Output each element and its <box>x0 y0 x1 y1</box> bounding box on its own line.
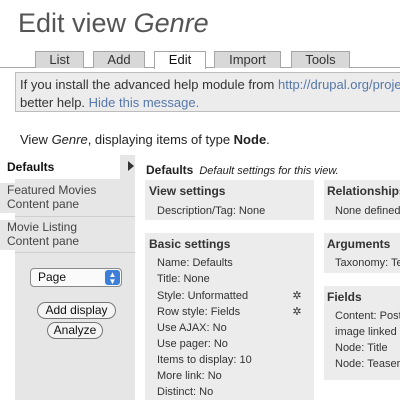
tab-edit[interactable]: Edit <box>154 51 206 69</box>
sidebar-divider <box>15 252 135 253</box>
add-display-button[interactable]: Add display <box>37 302 116 319</box>
gear-icon[interactable]: ✲ <box>291 290 303 302</box>
help-message: If you install the advanced help module … <box>15 72 400 112</box>
setting-style[interactable]: Style: Unformatted <box>157 290 248 302</box>
description-tag-setting[interactable]: Description/Tag: None <box>157 205 265 217</box>
relationships-title: Relationships <box>327 184 400 198</box>
basic-settings-title: Basic settings <box>149 237 231 251</box>
page-title-view-name: Genre <box>133 8 209 38</box>
gear-icon[interactable]: ✲ <box>291 306 303 318</box>
view-description: View Genre, displaying items of type Nod… <box>20 132 270 147</box>
setting-row-style[interactable]: Row style: Fields <box>157 306 240 318</box>
fields-title: Fields <box>327 290 362 304</box>
hide-message-link[interactable]: Hide this message. <box>89 95 200 110</box>
tab-tools[interactable]: Tools <box>291 51 350 68</box>
view-settings-title: View settings <box>149 184 226 198</box>
setting-items-to-display[interactable]: Items to display: 10 <box>157 354 252 366</box>
sidebar-item-defaults[interactable]: Defaults <box>0 155 120 179</box>
setting-use-ajax[interactable]: Use AJAX: No <box>157 322 227 334</box>
analyze-button[interactable]: Analyze <box>47 322 103 339</box>
tab-add[interactable]: Add <box>93 51 145 68</box>
active-arrow-icon <box>128 161 134 171</box>
page-title-prefix: Edit view <box>18 8 127 38</box>
setting-distinct[interactable]: Distinct: No <box>157 386 213 398</box>
help-line-1: If you install the advanced help module … <box>20 77 400 92</box>
advanced-help-link[interactable]: http://drupal.org/proje <box>278 77 400 92</box>
field-node-title[interactable]: Node: Title <box>335 342 388 354</box>
sidebar-divider <box>15 216 135 217</box>
setting-title[interactable]: Title: None <box>157 273 210 285</box>
field-image-linked[interactable]: image linked t <box>335 326 400 338</box>
setting-use-pager[interactable]: Use pager: No <box>157 338 228 350</box>
field-node-teaser[interactable]: Node: Teaser <box>335 358 400 370</box>
argument-taxonomy[interactable]: Taxonomy: Te <box>335 257 400 269</box>
relationships-value: None defined <box>335 205 400 217</box>
page-title: Edit view Genre <box>18 8 209 39</box>
field-content-post[interactable]: Content: Post <box>335 310 400 322</box>
sidebar-item-featured-movies[interactable]: Featured Movies Content pane <box>0 183 120 213</box>
tab-import[interactable]: Import <box>214 51 281 68</box>
display-type-select[interactable]: Page ▲ ▼ <box>30 268 122 287</box>
setting-more-link[interactable]: More link: No <box>157 370 222 382</box>
sidebar-item-movie-listing[interactable]: Movie Listing Content pane <box>0 220 120 250</box>
tab-list[interactable]: List <box>35 51 84 68</box>
select-caret-icon: ▲ ▼ <box>105 270 120 286</box>
arguments-title: Arguments <box>327 237 391 251</box>
display-heading: Defaults Default settings for this view. <box>146 163 339 177</box>
help-line-2: better help. Hide this message. <box>20 95 200 110</box>
setting-name[interactable]: Name: Defaults <box>157 257 233 269</box>
tab-bar: List Add Edit Import Tools <box>0 51 400 69</box>
